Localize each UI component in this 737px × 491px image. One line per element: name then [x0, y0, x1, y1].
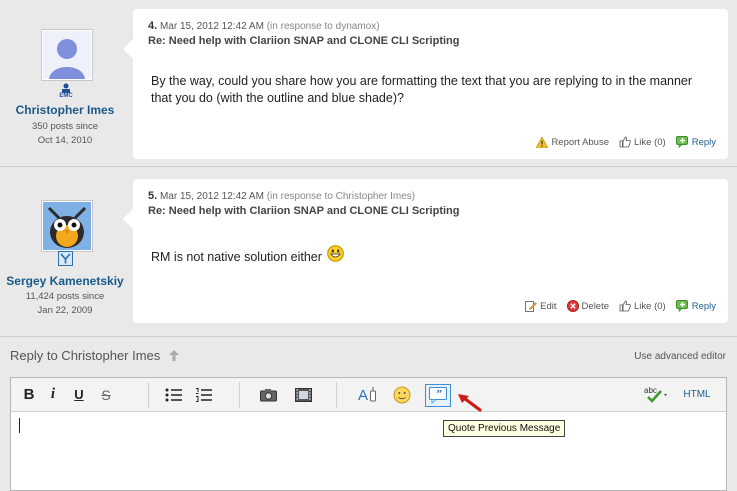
- bullet-list-button[interactable]: [164, 385, 184, 404]
- post-author: Sergey Kamenetskiy 11,424 posts since Ja…: [0, 167, 130, 330]
- delete-icon: [566, 300, 579, 312]
- reply-section: Reply to Christopher Imes Use advanced e…: [0, 336, 737, 491]
- grin-emoticon-icon: [327, 245, 345, 262]
- author-post-count: 350 posts since: [31, 121, 98, 132]
- delete-button[interactable]: Delete: [566, 300, 610, 312]
- svg-text:”: ”: [437, 388, 443, 400]
- numbered-list-icon: [196, 387, 212, 402]
- thumbs-up-icon: [619, 300, 631, 312]
- author-since-date: Oct 14, 2010: [37, 135, 93, 146]
- post-meta: 5. Mar 15, 2012 12:42 AM (in response to…: [148, 190, 415, 202]
- video-icon: [294, 387, 312, 402]
- reply-icon: [675, 136, 688, 148]
- post-number: 4.: [148, 20, 158, 32]
- author-since-date: Jan 22, 2009: [37, 305, 93, 316]
- svg-text:A: A: [358, 387, 368, 403]
- default-avatar-icon: [43, 31, 91, 79]
- annotation-arrow: [456, 392, 482, 415]
- post-body: RM is not native solution either: [151, 250, 322, 264]
- post-date: Mar 15, 2012 12:42 AM: [159, 191, 264, 202]
- emoticon-button[interactable]: [392, 385, 412, 404]
- in-response-link[interactable]: (in response to Christopher Imes): [267, 191, 415, 202]
- reply-title: Reply to Christopher Imes: [10, 348, 179, 363]
- member-badge-icon: [58, 251, 73, 266]
- reply-text-area[interactable]: [12, 412, 725, 488]
- spell-check-icon: abc: [644, 386, 667, 403]
- insert-image-button[interactable]: [259, 385, 277, 404]
- red-arrow-icon: [458, 394, 482, 412]
- like-label: Like (0): [634, 300, 666, 312]
- bullet-list-icon: [165, 388, 182, 401]
- text-style-icon: A: [358, 387, 376, 403]
- like-label: Like (0): [634, 136, 666, 148]
- quote-tooltip: Quote Previous Message: [443, 420, 566, 437]
- report-abuse-label: Report Abuse: [551, 136, 610, 148]
- reply-button[interactable]: Reply: [675, 136, 716, 148]
- reply-button[interactable]: Reply: [675, 300, 716, 312]
- insert-video-button[interactable]: [294, 385, 312, 404]
- toolbar-separator: [239, 382, 240, 408]
- avatar[interactable]: [41, 29, 93, 81]
- like-button[interactable]: Like (0): [619, 136, 666, 148]
- reply-icon: [675, 300, 688, 312]
- post-subject: Re: Need help with Clariion SNAP and CLO…: [148, 205, 460, 217]
- post-bubble: 5. Mar 15, 2012 12:42 AM (in response to…: [123, 179, 728, 323]
- emc-badge-label: EMC: [59, 93, 73, 99]
- report-abuse-button[interactable]: Report Abuse: [536, 136, 610, 148]
- post-body-line: RM is not native solution either: [151, 245, 345, 266]
- reply-label: Reply: [691, 136, 716, 148]
- post-body: By the way, could you share how you are …: [151, 74, 693, 105]
- text-style-button[interactable]: A: [358, 385, 380, 404]
- edit-icon: [525, 301, 538, 312]
- post-row: Sergey Kamenetskiy 11,424 posts since Ja…: [0, 167, 737, 330]
- up-arrow-icon[interactable]: [168, 350, 179, 361]
- reply-label: Reply: [691, 300, 716, 312]
- toolbar-separator: [336, 382, 337, 408]
- spell-check-abc-text: abc: [644, 386, 657, 395]
- spell-check-button[interactable]: abc: [639, 385, 673, 404]
- post-meta: 4. Mar 15, 2012 12:42 AM (in response to…: [148, 20, 380, 32]
- post-actions: Report Abuse Like (0) Reply: [536, 136, 716, 148]
- toolbar-separator: [148, 382, 149, 408]
- thumbs-up-icon: [619, 136, 631, 148]
- author-post-count: 11,424 posts since: [25, 291, 105, 302]
- reply-editor: B i U S A ” abc HTML: [10, 377, 727, 491]
- owl-avatar-icon: [43, 202, 91, 250]
- underline-button[interactable]: U: [71, 385, 87, 404]
- use-advanced-editor-link[interactable]: Use advanced editor: [634, 351, 726, 362]
- camera-icon: [259, 388, 277, 401]
- emc-badge: EMC: [57, 82, 75, 103]
- delete-label: Delete: [581, 300, 610, 312]
- strikethrough-button[interactable]: S: [98, 385, 114, 404]
- author-name[interactable]: Sergey Kamenetskiy: [0, 274, 130, 288]
- smiley-icon: [393, 386, 411, 403]
- post-bubble: 4. Mar 15, 2012 12:42 AM (in response to…: [123, 9, 728, 159]
- edit-label: Edit: [540, 300, 557, 312]
- post-date: Mar 15, 2012 12:42 AM: [159, 21, 264, 32]
- post-row: EMC Christopher Imes 350 posts since Oct…: [0, 0, 737, 166]
- avatar[interactable]: [41, 200, 93, 252]
- post-number: 5.: [148, 190, 158, 202]
- warning-icon: [536, 136, 549, 148]
- bold-button[interactable]: B: [21, 385, 37, 404]
- edit-button[interactable]: Edit: [525, 300, 557, 312]
- post-subject: Re: Need help with Clariion SNAP and CLO…: [148, 35, 460, 47]
- quote-icon: ”: [429, 387, 447, 404]
- in-response-link[interactable]: (in response to dynamox): [267, 21, 380, 32]
- author-name[interactable]: Christopher Imes: [0, 103, 130, 117]
- member-badge: [58, 251, 73, 269]
- reply-title-text: Reply to Christopher Imes: [10, 348, 161, 363]
- post-actions: Edit Delete Like (0) Reply: [525, 300, 716, 312]
- italic-button[interactable]: i: [46, 385, 60, 404]
- editor-toolbar: B i U S A ” abc HTML: [11, 378, 726, 412]
- html-mode-button[interactable]: HTML: [682, 385, 712, 404]
- post-author: EMC Christopher Imes 350 posts since Oct…: [0, 0, 130, 166]
- numbered-list-button[interactable]: [194, 385, 214, 404]
- like-button[interactable]: Like (0): [619, 300, 666, 312]
- quote-previous-message-button[interactable]: ”: [425, 384, 451, 407]
